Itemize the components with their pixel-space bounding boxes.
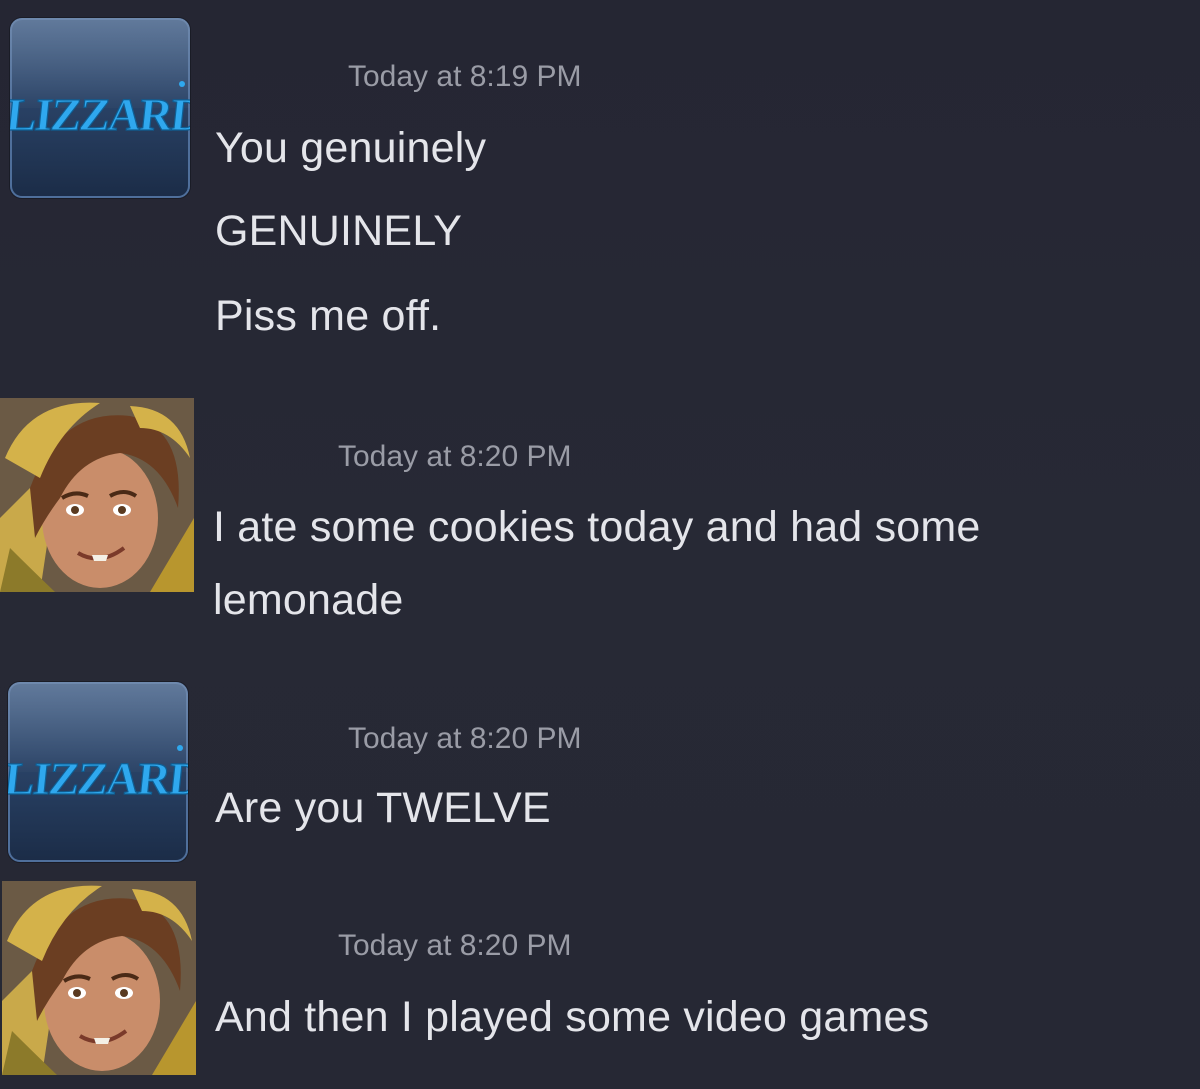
blizzard-logo-text: BLIZZARD xyxy=(8,753,188,804)
message-3: BLIZZARD Today at 8:20 PM Are you TWELVE xyxy=(0,660,1200,875)
blizzard-avatar[interactable]: BLIZZARD xyxy=(8,682,188,862)
message-1: BLIZZARD Today at 8:19 PM You genuinely … xyxy=(0,0,1200,360)
message-text: Piss me off. xyxy=(215,292,442,340)
blizzard-avatar[interactable]: BLIZZARD xyxy=(10,18,190,198)
hero-avatar[interactable] xyxy=(0,398,194,592)
message-timestamp: Today at 8:20 PM xyxy=(338,440,572,473)
message-text: You genuinely xyxy=(215,124,487,172)
message-timestamp: Today at 8:20 PM xyxy=(338,929,572,962)
message-timestamp: Today at 8:19 PM xyxy=(348,60,582,93)
message-text: GENUINELY xyxy=(215,207,463,255)
message-timestamp: Today at 8:20 PM xyxy=(348,722,582,755)
chat-log: BLIZZARD Today at 8:19 PM You genuinely … xyxy=(0,0,1200,1089)
hero-avatar[interactable] xyxy=(2,881,196,1075)
blizzard-logo-text: BLIZZARD xyxy=(10,89,190,140)
message-text: Are you TWELVE xyxy=(215,784,551,832)
message-text: And then I played some video games xyxy=(215,993,930,1041)
message-2: Today at 8:20 PM I ate some cookies toda… xyxy=(0,360,1200,660)
message-4: Today at 8:20 PM And then I played some … xyxy=(0,875,1200,1089)
message-text: lemonade xyxy=(213,576,404,624)
message-text: I ate some cookies today and had some xyxy=(213,503,981,551)
